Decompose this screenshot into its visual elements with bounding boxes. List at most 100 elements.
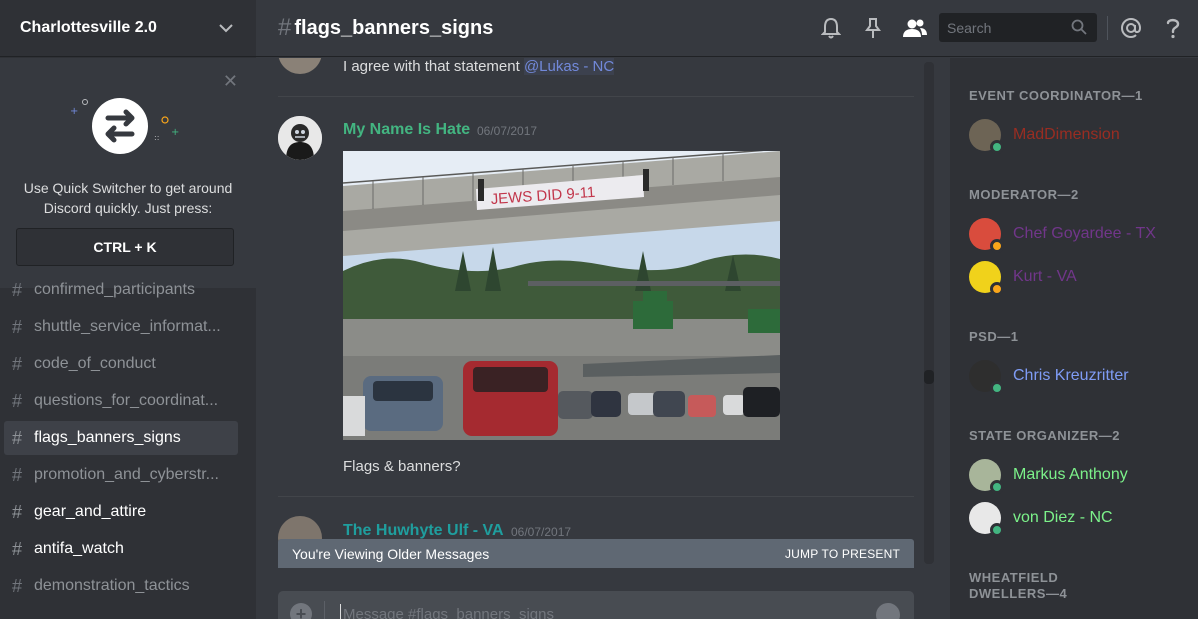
channel-label: flags_banners_signs xyxy=(34,429,181,446)
status-idle-icon xyxy=(990,282,1004,296)
jump-to-present-button[interactable]: JUMP TO PRESENT xyxy=(785,547,900,561)
role-header: STATE ORGANIZER—2 xyxy=(969,428,1121,443)
status-online-icon xyxy=(990,480,1004,494)
older-messages-bar: You're Viewing Older Messages JUMP TO PR… xyxy=(278,539,914,568)
avatar xyxy=(969,261,1004,296)
help-icon[interactable] xyxy=(1161,16,1185,40)
status-online-icon xyxy=(990,381,1004,395)
members-icon[interactable] xyxy=(901,16,929,40)
avatar xyxy=(969,459,1004,494)
member-name: Markus Anthony xyxy=(1013,466,1128,483)
svg-text:+: + xyxy=(70,106,78,117)
mention-icon[interactable] xyxy=(1119,16,1143,40)
status-idle-icon xyxy=(990,239,1004,253)
role-header: EVENT COORDINATOR—1 xyxy=(969,88,1143,103)
status-online-icon xyxy=(990,140,1004,154)
member-list: EVENT COORDINATOR—1 MadDimension MODERATOR… xyxy=(950,58,1198,619)
member-item[interactable]: Chef Goyardee - TX xyxy=(969,214,1194,254)
member-item[interactable]: MadDimension xyxy=(969,115,1194,155)
scrollbar-thumb[interactable] xyxy=(924,370,934,384)
role-header: PSD—1 xyxy=(969,329,1019,344)
channel-hash-icon: # xyxy=(278,14,292,41)
message-list: I agree with that statement @Lukas - NC … xyxy=(256,58,936,568)
message-author[interactable]: My Name Is Hate xyxy=(343,121,470,139)
member-item[interactable]: Chris Kreuzritter xyxy=(969,356,1194,396)
message-author[interactable]: The Huwhyte Ulf - VA xyxy=(343,522,504,540)
emoji-picker-icon[interactable] xyxy=(876,603,900,619)
channel-hash-icon: # xyxy=(12,427,23,448)
channel-label: code_of_conduct xyxy=(34,355,156,372)
upload-plus-icon[interactable]: + xyxy=(290,603,312,619)
avatar[interactable] xyxy=(278,116,322,160)
role-header: MODERATOR—2 xyxy=(969,187,1079,202)
channel-item[interactable]: # flags_banners_signs xyxy=(4,421,238,455)
avatar xyxy=(969,360,1004,395)
channel-sidebar: Charlottesville 2.0 ✕ + + :: Use Quick S… xyxy=(0,0,256,619)
member-name: Chris Kreuzritter xyxy=(1013,367,1129,384)
guild-header[interactable]: Charlottesville 2.0 xyxy=(0,0,256,57)
channel-item[interactable]: # shuttle_service_informat... xyxy=(4,310,238,344)
channel-label: promotion_and_cyberstr... xyxy=(34,466,219,483)
channel-label: gear_and_attire xyxy=(34,503,147,520)
avatar[interactable] xyxy=(278,58,322,74)
channel-item[interactable]: # demonstration_tactics xyxy=(4,569,238,603)
older-messages-text: You're Viewing Older Messages xyxy=(292,545,490,562)
bell-icon[interactable] xyxy=(819,16,843,40)
channel-item[interactable]: # promotion_and_cyberstr... xyxy=(4,458,238,492)
svg-text:::: :: xyxy=(154,133,159,142)
quick-switcher-tip: ✕ + + :: Use Quick Switcher to get aroun… xyxy=(0,58,256,288)
pin-icon[interactable] xyxy=(861,16,885,40)
message-timestamp: 06/07/2017 xyxy=(511,525,572,539)
search-placeholder: Search xyxy=(947,19,992,36)
quick-switcher-shortcut[interactable]: CTRL + K xyxy=(16,228,234,266)
channel-hash-icon: # xyxy=(12,464,23,485)
channel-item[interactable]: # confirmed_participants xyxy=(4,273,238,307)
user-mention[interactable]: @Lukas - NC xyxy=(523,58,615,75)
avatar xyxy=(969,218,1004,253)
channel-hash-icon: # xyxy=(12,501,23,522)
message-image[interactable]: JEWS DID 9-11 xyxy=(343,151,780,440)
channel-title: flags_banners_signs xyxy=(294,16,494,39)
composer-divider xyxy=(324,601,325,619)
member-item[interactable]: Markus Anthony xyxy=(969,455,1194,495)
guild-name: Charlottesville 2.0 xyxy=(20,19,157,36)
member-item[interactable]: von Diez - NC xyxy=(969,498,1194,538)
member-name: Kurt - VA xyxy=(1013,268,1077,285)
message-text: Flags & banners? xyxy=(343,458,461,475)
message-content: I agree with that statement xyxy=(343,58,520,75)
avatar xyxy=(969,119,1004,154)
member-name: von Diez - NC xyxy=(1013,509,1113,526)
channel-label: demonstration_tactics xyxy=(34,577,190,594)
message-input[interactable] xyxy=(340,604,860,619)
member-name: MadDimension xyxy=(1013,126,1120,143)
member-name: Chef Goyardee - TX xyxy=(1013,225,1156,242)
channel-hash-icon: # xyxy=(12,279,23,300)
search-icon xyxy=(1071,19,1087,38)
message-divider xyxy=(278,96,914,97)
member-item[interactable]: Kurt - VA xyxy=(969,257,1194,297)
search-input[interactable]: Search xyxy=(939,13,1097,42)
channel-hash-icon: # xyxy=(12,538,23,559)
avatar xyxy=(969,502,1004,537)
toolbar-divider xyxy=(1107,16,1108,40)
channel-hash-icon: # xyxy=(12,353,23,374)
channel-item[interactable]: # antifa_watch xyxy=(4,532,238,566)
channel-label: confirmed_participants xyxy=(34,281,195,298)
message-timestamp: 06/07/2017 xyxy=(477,124,538,138)
channel-hash-icon: # xyxy=(12,316,23,337)
channel-label: shuttle_service_informat... xyxy=(34,318,221,335)
channel-item[interactable]: # gear_and_attire xyxy=(4,495,238,529)
quick-switcher-icon: + + :: xyxy=(70,98,179,154)
scrollbar[interactable] xyxy=(924,62,934,564)
quick-switcher-text: Use Quick Switcher to get around Discord… xyxy=(23,180,233,216)
channel-item[interactable]: # code_of_conduct xyxy=(4,347,238,381)
channel-item[interactable]: # questions_for_coordinat... xyxy=(4,384,238,418)
role-header: WHEATFIELD DWELLERS—4 xyxy=(969,570,1068,601)
channel-label: antifa_watch xyxy=(34,540,124,557)
message-divider xyxy=(278,496,914,497)
message-text: I agree with that statement @Lukas - NC xyxy=(343,58,615,75)
close-icon[interactable]: ✕ xyxy=(223,72,238,90)
svg-text:+: + xyxy=(171,127,179,138)
chevron-down-icon[interactable] xyxy=(216,18,236,38)
message-composer: + xyxy=(278,591,914,619)
